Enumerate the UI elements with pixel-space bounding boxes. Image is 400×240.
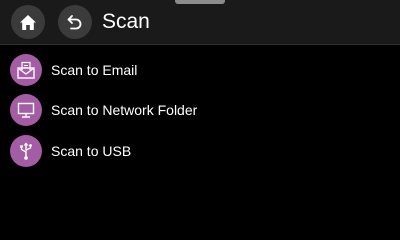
- home-icon: [20, 14, 36, 30]
- scan-to-network-folder-label: Scan to Network Folder: [51, 102, 198, 118]
- monitor-icon: [10, 94, 42, 126]
- page-title: Scan: [102, 10, 150, 33]
- usb-icon: [10, 135, 42, 167]
- scan-to-email-item[interactable]: Scan to Email: [10, 53, 390, 87]
- scan-to-usb-label: Scan to USB: [51, 143, 132, 159]
- scan-to-email-label: Scan to Email: [51, 62, 138, 78]
- back-arrow-icon: [67, 15, 82, 30]
- header-bar: Scan: [0, 0, 400, 45]
- scan-to-usb-item[interactable]: Scan to USB: [10, 134, 390, 168]
- pull-down-handle[interactable]: [175, 0, 225, 4]
- back-button[interactable]: [58, 5, 92, 39]
- scan-to-network-folder-item[interactable]: Scan to Network Folder: [10, 93, 390, 127]
- home-button[interactable]: [11, 5, 45, 39]
- envelope-icon: [10, 54, 42, 86]
- scan-screen: Scan Scan to Email Scan to Network Folde…: [0, 0, 400, 221]
